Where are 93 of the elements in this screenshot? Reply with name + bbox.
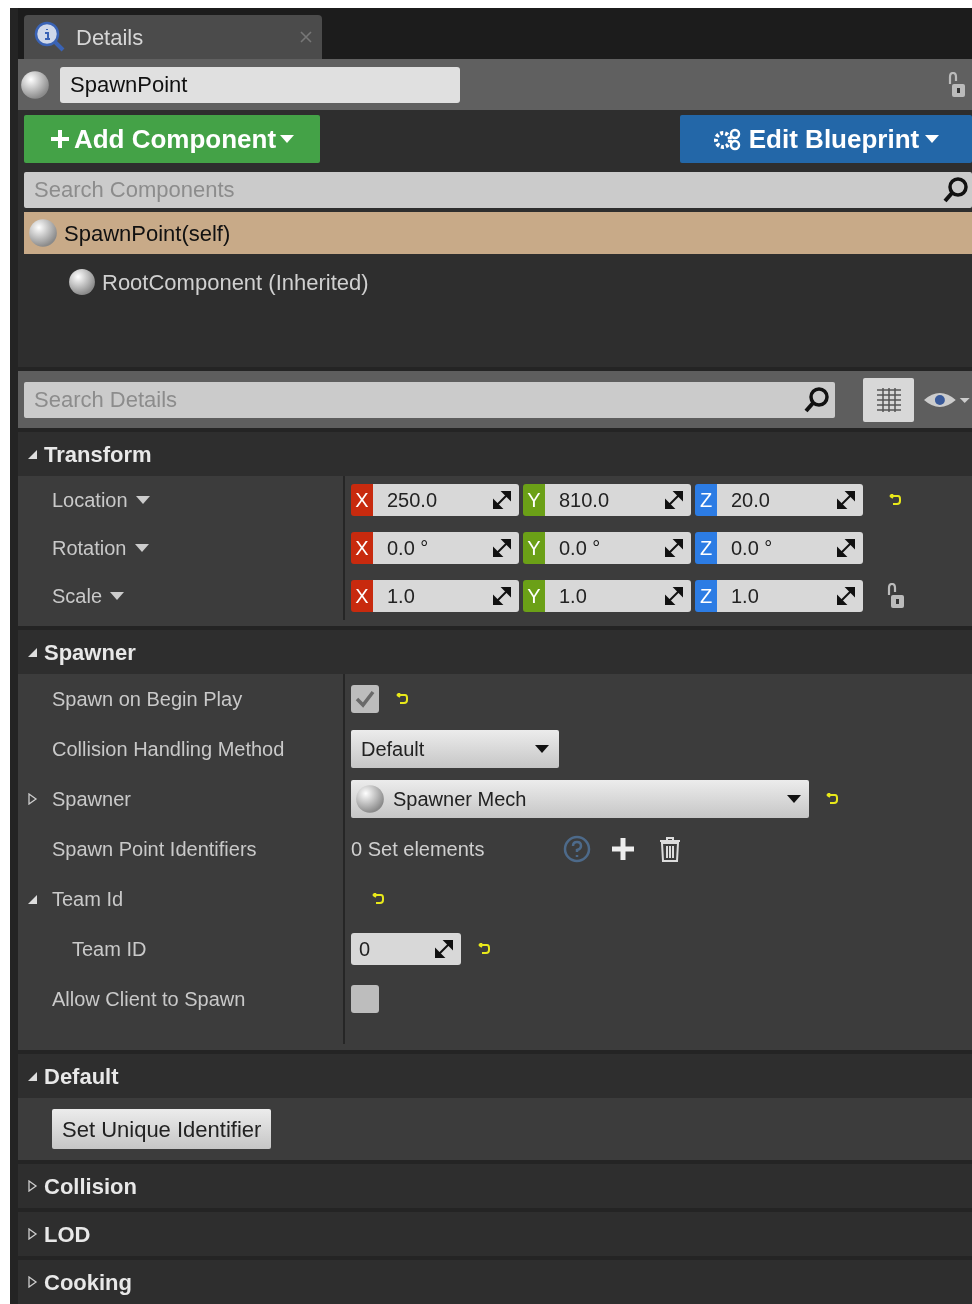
trash-icon[interactable] [659,836,681,862]
checkbox[interactable] [351,685,379,713]
drag-arrows-icon [493,587,511,605]
sphere-icon [28,218,58,249]
drag-arrows-icon [665,539,683,557]
number-field[interactable]: 0.0 ° [545,532,691,564]
property-label: Collision Handling Method [52,737,285,762]
section-header[interactable]: LOD [18,1212,972,1256]
actor-name-field[interactable]: SpawnPoint [60,66,460,103]
drag-arrows-icon [837,491,855,509]
search-icon [802,385,831,414]
drag-arrows-icon [837,587,855,605]
plus-icon [49,129,70,150]
component-item[interactable]: SpawnPoint(self) [24,212,972,255]
set-count: 0 Set elements [351,837,486,862]
expand-arrow-icon[interactable] [26,1180,38,1192]
number-field[interactable]: 20.0 [717,484,863,516]
property-label: Spawner [52,787,131,812]
caret-icon [280,135,295,144]
axis-label: Z [695,484,717,516]
section-header[interactable]: Spawner [18,630,972,674]
axis-label: Z [695,580,717,612]
collapse-arrow-icon[interactable] [26,646,38,658]
grid-icon [874,386,903,413]
drag-arrows-icon [435,940,453,958]
drag-arrows-icon [837,539,855,557]
number-field[interactable]: 1.0 [373,580,519,612]
number-field[interactable]: 0 [351,933,461,965]
plus-icon[interactable] [611,837,635,861]
open-lock-icon[interactable] [885,583,905,609]
axis-label: Y [523,532,545,564]
expand-arrow-icon[interactable] [26,1228,38,1240]
number-field[interactable]: 1.0 [545,580,691,612]
property-label: Spawn Point Identifiers [52,837,257,862]
axis-label: X [351,580,373,612]
caret-icon [925,135,940,144]
caret-icon [787,795,801,803]
dropdown[interactable]: Default [351,730,559,768]
caret-icon [110,592,125,600]
sphere-icon [355,784,385,814]
section-header[interactable]: Cooking [18,1260,972,1304]
section-header[interactable]: Default [18,1054,972,1098]
drag-arrows-icon [665,491,683,509]
property-label: Team ID [72,937,147,962]
asset-dropdown[interactable]: Spawner Mech [351,780,809,818]
property-label: Team Id [52,887,124,912]
gears-icon [712,127,743,152]
caret-icon [135,496,150,504]
number-field[interactable]: 0.0 ° [373,532,519,564]
sphere-icon [68,268,96,297]
property-label: Location [52,488,128,513]
number-field[interactable]: 0.0 ° [717,532,863,564]
reset-arrow-icon[interactable] [825,793,839,805]
property-label: Spawn on Begin Play [52,687,243,712]
axis-label: Y [523,484,545,516]
set-unique-identifier-button[interactable]: Set Unique Identifier [52,1109,272,1149]
details-tab[interactable]: Details [24,15,322,59]
property-label: Scale [52,584,103,609]
expand-arrow-icon[interactable] [26,793,38,805]
number-field[interactable]: 810.0 [545,484,691,516]
reset-arrow-icon[interactable] [395,693,409,705]
drag-arrows-icon [665,587,683,605]
number-field[interactable]: 250.0 [373,484,519,516]
collapse-arrow-icon[interactable] [26,448,38,460]
reset-arrow-icon[interactable] [888,494,902,506]
collapse-arrow-icon[interactable] [26,1070,38,1082]
info-magnifier-icon [34,21,66,53]
edit-blueprint-button[interactable]: Edit Blueprint [680,115,972,164]
axis-label: X [351,484,373,516]
drag-arrows-icon [493,539,511,557]
component-item[interactable]: RootComponent (Inherited) [24,254,972,311]
search-icon [942,176,970,205]
axis-label: Y [523,580,545,612]
section-header[interactable]: Transform [18,432,972,476]
caret-icon [535,745,549,753]
drag-arrows-icon [493,491,511,509]
axis-label: Z [695,532,717,564]
collapse-arrow-icon[interactable] [26,893,38,905]
open-lock-icon[interactable] [946,71,966,98]
reset-arrow-icon[interactable] [477,943,491,955]
section-header[interactable]: Collision [18,1164,972,1208]
details-search-field[interactable]: Search Details [24,381,835,418]
reset-arrow-icon[interactable] [371,893,385,905]
sphere-icon [20,69,50,100]
axis-label: X [351,532,373,564]
property-label: Allow Client to Spawn [52,987,246,1012]
caret-icon [134,544,149,552]
property-label: Rotation [52,536,127,561]
component-search-field[interactable]: Search Components [24,172,972,209]
number-field[interactable]: 1.0 [717,580,863,612]
grid-view-button[interactable] [862,377,915,422]
checkbox[interactable] [351,985,379,1013]
expand-arrow-icon[interactable] [26,1276,38,1288]
